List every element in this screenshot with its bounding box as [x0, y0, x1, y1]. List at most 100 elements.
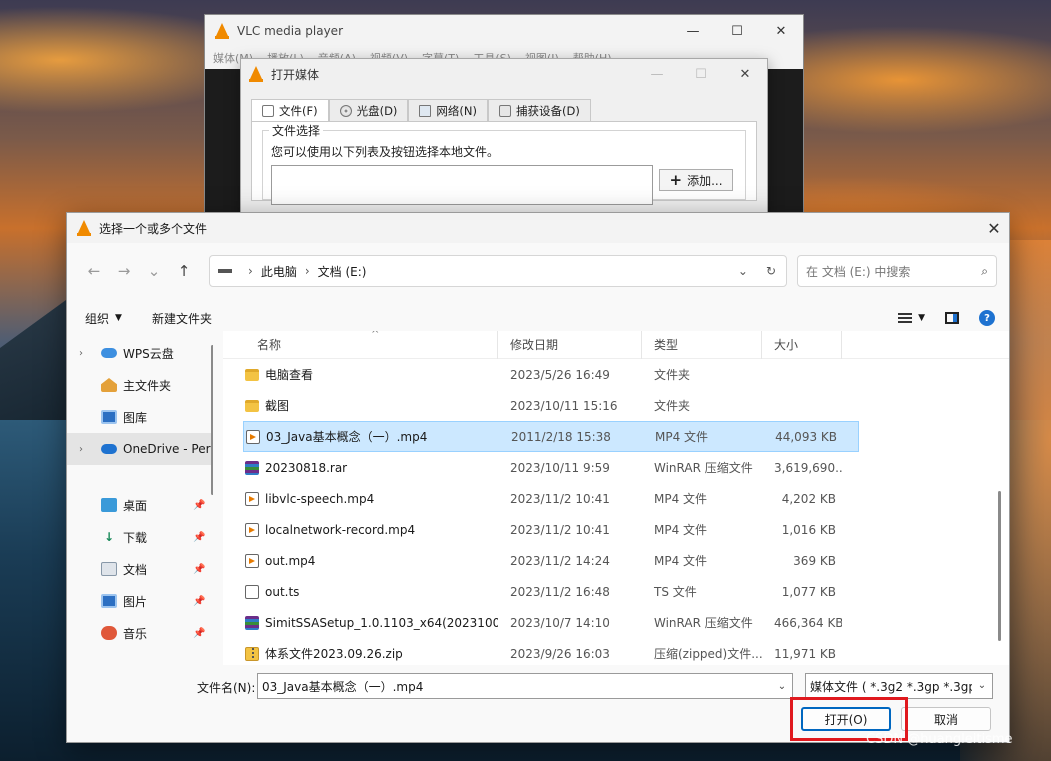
- breadcrumb-this-pc[interactable]: 此电脑: [261, 263, 297, 280]
- picker-title: 选择一个或多个文件: [99, 221, 208, 236]
- column-header-date[interactable]: 修改日期: [498, 331, 642, 359]
- chevron-right-icon[interactable]: ›: [79, 348, 91, 359]
- sidebar-item-label: OneDrive - Per: [123, 442, 211, 456]
- file-selection-legend: 文件选择: [269, 122, 324, 139]
- add-button[interactable]: + 添加...: [659, 169, 733, 191]
- chevron-down-icon[interactable]: ▼: [918, 313, 925, 323]
- list-item[interactable]: out.ts 2023/11/2 16:48 TS 文件 1,077 KB: [223, 576, 1009, 607]
- sidebar-scrollbar[interactable]: [211, 345, 213, 495]
- pin-icon[interactable]: 📌: [193, 596, 205, 607]
- list-item[interactable]: 体系文件2023.09.26.zip 2023/9/26 16:03 压缩(zi…: [223, 638, 1009, 665]
- file-selection-hint: 您可以使用以下列表及按钮选择本地文件。: [271, 145, 500, 159]
- back-arrow-icon[interactable]: ←: [79, 262, 109, 280]
- open-button[interactable]: 打开(O): [801, 707, 891, 731]
- disc-icon: [339, 104, 352, 117]
- list-item[interactable]: localnetwork-record.mp4 2023/11/2 10:41 …: [223, 514, 1009, 545]
- tab-label: 网络(N): [436, 103, 477, 118]
- ts-file-icon: [245, 584, 259, 599]
- close-button[interactable]: ✕: [723, 67, 767, 82]
- file-list-scrollbar[interactable]: [998, 491, 1001, 641]
- close-button[interactable]: ✕: [979, 219, 1009, 238]
- chevron-right-icon[interactable]: ›: [79, 444, 91, 455]
- chevron-down-icon[interactable]: ⌄: [772, 681, 792, 692]
- address-bar[interactable]: › 此电脑 › 文档 (E:) ⌄ ↻: [209, 255, 787, 287]
- sidebar-item-pictures[interactable]: 图片 📌: [67, 585, 213, 617]
- chevron-down-icon[interactable]: ⌄: [972, 674, 992, 698]
- minimize-button[interactable]: —: [671, 24, 715, 39]
- sidebar-item-onedrive[interactable]: › OneDrive - Per: [67, 433, 213, 465]
- list-item[interactable]: 电脑查看 2023/5/26 16:49 文件夹: [223, 359, 1009, 390]
- recent-locations-chevron-icon[interactable]: ⌄: [139, 262, 169, 280]
- tab-file[interactable]: 文件(F): [251, 99, 329, 121]
- home-icon: [101, 378, 117, 392]
- list-item[interactable]: 20230818.rar 2023/10/11 9:59 WinRAR 压缩文件…: [223, 452, 1009, 483]
- pictures-icon: [101, 594, 117, 608]
- file-type-select[interactable]: 媒体文件 ( *.3g2 *.3gp *.3gp2 ⌄: [805, 673, 993, 699]
- file-list[interactable]: [271, 165, 653, 205]
- forward-arrow-icon[interactable]: →: [109, 262, 139, 280]
- organize-label: 组织: [85, 311, 110, 326]
- column-header-size[interactable]: 大小: [762, 331, 842, 359]
- sidebar-item-label: 图片: [123, 594, 148, 609]
- list-item[interactable]: 截图 2023/10/11 15:16 文件夹: [223, 390, 1009, 421]
- list-item-selected[interactable]: 03_Java基本概念（一）.mp4 2011/2/18 15:38 MP4 文…: [243, 421, 859, 452]
- tab-capture[interactable]: 捕获设备(D): [488, 99, 591, 121]
- cancel-button[interactable]: 取消: [901, 707, 991, 731]
- pin-icon[interactable]: 📌: [193, 532, 205, 543]
- new-folder-label: 新建文件夹: [151, 311, 212, 326]
- music-icon: [101, 626, 117, 640]
- file-type-value: 媒体文件 ( *.3g2 *.3gp *.3gp2: [810, 679, 984, 694]
- list-item[interactable]: out.mp4 2023/11/2 14:24 MP4 文件 369 KB: [223, 545, 1009, 576]
- filename-field[interactable]: 03_Java基本概念（一）.mp4 ⌄: [257, 673, 793, 699]
- pin-icon[interactable]: 📌: [193, 500, 205, 511]
- refresh-icon[interactable]: ↻: [766, 264, 776, 278]
- sidebar-item-desktop[interactable]: 桌面 📌: [67, 489, 213, 521]
- sidebar-item-label: WPS云盘: [123, 346, 174, 361]
- tab-label: 光盘(D): [356, 103, 398, 118]
- open-media-tab-panel: 文件选择 您可以使用以下列表及按钮选择本地文件。 + 添加...: [251, 121, 757, 205]
- sidebar-item-music[interactable]: 音乐 📌: [67, 617, 213, 649]
- address-dropdown-icon[interactable]: ⌄: [738, 264, 748, 278]
- organize-menu[interactable]: 组织 ▼: [85, 310, 122, 327]
- sidebar-item-wps-cloud[interactable]: › WPS云盘: [67, 337, 213, 369]
- maximize-button: ☐: [695, 66, 707, 82]
- list-item[interactable]: SimitSSASetup_1.0.1103_x64(2023100... 20…: [223, 607, 1009, 638]
- new-folder-button[interactable]: 新建文件夹: [152, 310, 212, 327]
- sidebar-item-gallery[interactable]: 图库: [67, 401, 213, 433]
- sort-ascending-icon: ^: [371, 331, 380, 340]
- help-icon[interactable]: ?: [979, 310, 995, 326]
- column-header-name[interactable]: 名称: [223, 331, 498, 359]
- view-options-icon[interactable]: [898, 313, 913, 323]
- pin-icon[interactable]: 📌: [193, 564, 205, 575]
- sidebar-item-label: 下载: [123, 530, 148, 545]
- maximize-button[interactable]: ☐: [715, 24, 759, 39]
- add-button-label: 添加...: [687, 173, 723, 188]
- tab-label: 捕获设备(D): [516, 103, 580, 118]
- sidebar-item-label: 音乐: [123, 626, 148, 641]
- list-item[interactable]: libvlc-speech.mp4 2023/11/2 10:41 MP4 文件…: [223, 483, 1009, 514]
- sidebar-item-documents[interactable]: 文档 📌: [67, 553, 213, 585]
- pin-icon[interactable]: 📌: [193, 628, 205, 639]
- open-media-titlebar[interactable]: 打开媒体 — ☐ ✕: [241, 59, 767, 89]
- breadcrumb-documents-drive[interactable]: 文档 (E:): [318, 263, 367, 280]
- video-file-icon: [245, 522, 259, 537]
- preview-pane-icon[interactable]: [945, 312, 959, 324]
- picker-body: › WPS云盘 主文件夹 图库 › OneDrive - Per 桌面 📌 ↓ …: [67, 331, 1009, 665]
- tab-disc[interactable]: 光盘(D): [328, 99, 409, 121]
- folder-icon: [245, 399, 259, 412]
- column-header-row: ^ 名称 修改日期 类型 大小: [223, 331, 1009, 359]
- video-file-icon: [245, 491, 259, 506]
- vlc-titlebar[interactable]: VLC media player — ☐ ✕: [205, 15, 803, 47]
- close-button[interactable]: ✕: [759, 24, 803, 39]
- up-arrow-icon[interactable]: ↑: [169, 262, 199, 280]
- network-icon: [419, 104, 432, 117]
- filename-label: 文件名(N):: [197, 681, 256, 695]
- column-header-type[interactable]: 类型: [642, 331, 762, 359]
- chevron-down-icon: ▼: [115, 313, 122, 323]
- search-input[interactable]: 在 文档 (E:) 中搜索 ⌕: [797, 255, 997, 287]
- sidebar-item-downloads[interactable]: ↓ 下载 📌: [67, 521, 213, 553]
- rar-file-icon: [245, 615, 259, 630]
- tab-network[interactable]: 网络(N): [408, 99, 488, 121]
- sidebar-item-home[interactable]: 主文件夹: [67, 369, 213, 401]
- picker-titlebar[interactable]: 选择一个或多个文件 ✕: [67, 213, 1009, 243]
